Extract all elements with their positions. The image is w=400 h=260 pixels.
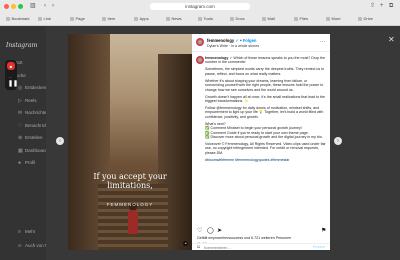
new-tab-icon[interactable]: + [380,3,384,10]
sidebar-item-label: Reels [25,97,37,103]
bookmark-item[interactable]: Tools [198,15,213,22]
caption-username[interactable]: femmenology [205,56,228,60]
bookmark-item[interactable]: Drive [358,15,373,22]
comment-input[interactable] [204,245,294,250]
share-icon[interactable]: ⇧ [370,3,375,10]
sidebar-toggle-icon[interactable]: ▥ [30,3,36,10]
close-post-icon[interactable]: ✕ [388,35,395,44]
previous-post-button[interactable]: ‹ [56,137,64,145]
sidebar-item-entdecken[interactable]: ◎ Entdecken [18,85,46,91]
sidebar-item-profil[interactable]: ● Profil [18,160,35,166]
post-details-panel: femmenology ✓ • Folgen Dylan's Write · i… [192,34,330,250]
caption-p3: Whether it's about shaping your dreams, … [205,78,324,92]
maximize-window-icon[interactable] [18,4,23,9]
bookmark-item[interactable]: Page [70,15,85,22]
post-author[interactable]: femmenology ✓ • Folgen [207,38,256,43]
follow-button[interactable]: Folgen [243,38,257,43]
bookmark-item[interactable]: Files [294,15,308,22]
profile-icon: ● [18,160,22,166]
create-icon: ⊕ [18,135,23,141]
screen-recorder-widget: ■ ·· ❚❚ [5,60,18,90]
tabs-overview-icon[interactable]: ⧉ [389,3,393,10]
next-post-button[interactable]: › [334,137,342,145]
sidebar-item-label: Erstellen [25,135,43,140]
sidebar-item-erstellen[interactable]: ⊕ Erstellen [18,135,43,141]
sidebar-item-reels[interactable]: ▷ Reels [18,98,37,104]
browser-chrome: ▥ ‹ › instagram.com ⇧ + ⧉ Bookmark Link Pa… [0,0,400,26]
close-window-icon[interactable] [4,4,9,9]
post-comment-button[interactable]: Posten [313,245,325,249]
bookmark-item[interactable]: Bookmark [6,15,30,22]
caption-avatar[interactable] [196,56,204,64]
record-stop-button[interactable]: ■ [7,62,15,70]
action-bar: ♡ ◯ ➤ ⚑ [197,227,327,234]
bookmark-item[interactable]: Item [102,15,116,22]
compass-icon: ◎ [18,85,23,91]
bookmark-item[interactable]: Apps [134,15,149,22]
sidebar-item-mehr[interactable]: ≡ Mehr [18,229,35,235]
emoji-icon[interactable]: ☺ [196,244,201,250]
instagram-logo[interactable]: Instagram [6,42,37,49]
forward-icon[interactable]: › [52,3,54,10]
woman-red-dress [128,210,138,234]
post-media[interactable]: If you accept your limitations, FEMMENOL… [68,34,192,250]
caption-hashtags[interactable]: #bloomwithfemme #femmenologyquotes #femm… [205,158,326,162]
post-header: femmenology ✓ • Folgen Dylan's Write · i… [192,34,330,52]
share-send-icon[interactable]: ➤ [217,227,222,234]
more-options-icon[interactable]: ··· [320,39,325,45]
caption-p5: Follow @femmenology for daily doses of m… [205,106,324,119]
menu-icon: ≡ [18,229,21,235]
messages-icon: ✉ [18,110,23,116]
bookmark-item[interactable]: Mail [262,15,275,22]
bookmark-item[interactable]: Link [38,15,51,22]
media-brand-watermark: FEMMENOLOGY [106,202,154,207]
media-quote: If you accept your limitations, [93,172,167,190]
sidebar-item-label: Entdecken [25,85,47,90]
address-bar[interactable]: instagram.com [150,3,250,10]
mute-icon[interactable]: ◂ [183,241,188,246]
like-heart-icon[interactable]: ♡ [197,227,202,234]
caption-p2: Sometimes, the simplest words carry the … [205,67,325,76]
verified-icon: ✓ [235,38,239,43]
dashboard-icon: ▦ [18,147,23,154]
comment-icon[interactable]: ◯ [207,227,214,234]
sidebar-item-label: Mehr [25,229,36,234]
bookmark-item[interactable]: News [166,15,182,22]
comment-bar: ☺ Posten [192,243,330,250]
sidebar-item-dashboard[interactable]: ▦ Dashboard [18,148,47,154]
caption-p4: Growth doesn't happen all at once, it's … [205,94,326,104]
heart-icon: ♡ [18,122,23,129]
caption-p6: What's next? ✅ Comment Mindset to begin … [205,121,323,140]
bookmark-item[interactable]: More [326,15,341,22]
caption-p7: Voiceover © Femmenology, All Rights Rese… [205,142,326,155]
author-username[interactable]: femmenology [207,38,234,43]
likes-text[interactable]: Gefällt empowerherssuccess und 6.721 wei… [197,236,291,240]
bookmark-item[interactable]: Docs [230,15,245,22]
pause-button[interactable]: ❚❚ [8,80,18,87]
avatar[interactable] [196,38,204,46]
audio-subline[interactable]: Dylan's Write · in a whole shores [207,44,259,48]
back-icon[interactable]: ‹ [44,3,46,10]
meta-icon: ∞ [18,243,22,249]
sidebar-item-label: Profil [25,160,36,165]
save-bookmark-icon[interactable]: ⚑ [321,227,326,234]
minimize-window-icon[interactable] [11,4,16,9]
reels-icon: ▷ [18,97,22,104]
sidebar-item-label: Dashboard [25,147,48,153]
caption: femmenology ✓ Which of these lessons spe… [205,56,326,226]
sidebar-item-nachrichten[interactable]: ✉ Nachrichten [18,110,49,116]
